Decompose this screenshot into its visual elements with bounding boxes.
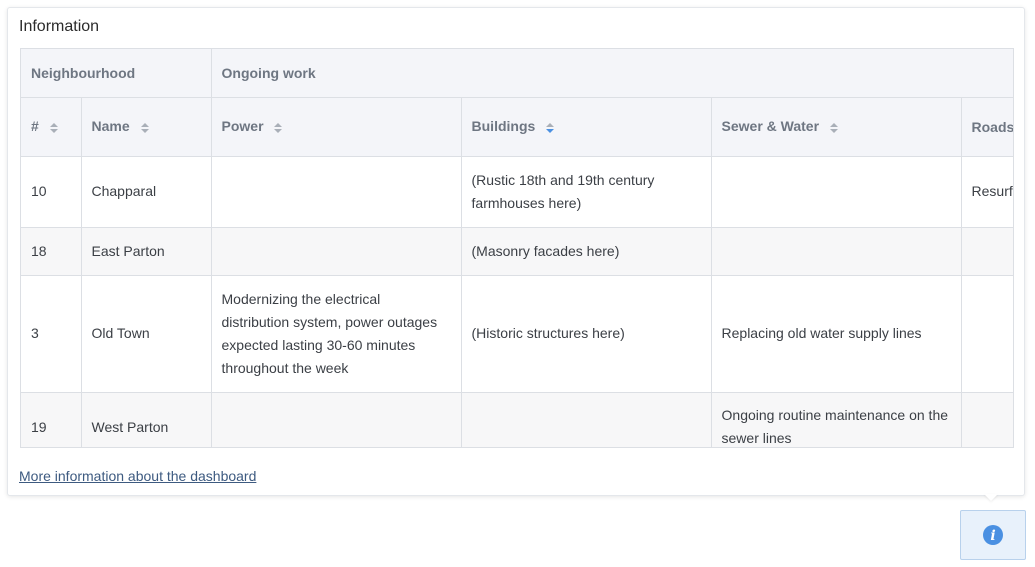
cell-power: Modernizing the electrical distribution … (211, 275, 462, 393)
cell-sewer-water: Replacing old water supply lines (711, 275, 962, 393)
cell-buildings: (Historic structures here) (461, 275, 712, 393)
popover-caret (984, 494, 998, 501)
cell-roads (961, 275, 1013, 393)
info-icon: i (983, 525, 1003, 545)
cell-sewer-water (711, 156, 962, 228)
column-header-power[interactable]: Power (211, 97, 462, 157)
column-header-num[interactable]: # (21, 97, 82, 157)
cell-num: 19 (21, 392, 82, 447)
sort-icon (49, 121, 59, 135)
cell-roads (961, 227, 1013, 276)
group-header-row: Neighbourhood Ongoing work (21, 49, 1013, 98)
column-header-sewer-water-label: Sewer & Water (721, 118, 820, 135)
cell-power (211, 156, 462, 228)
info-button[interactable]: i (960, 510, 1026, 560)
cell-power (211, 392, 462, 447)
cell-sewer-water (711, 227, 962, 276)
table-row: 18 East Parton (Masonry facades here) (21, 227, 1013, 276)
cell-num: 3 (21, 275, 82, 393)
cell-name: Old Town (81, 275, 212, 393)
column-header-buildings[interactable]: Buildings (461, 97, 712, 157)
column-header-row: # Name Power Buildings Sewer & Water Roa… (21, 97, 1014, 157)
cell-power (211, 227, 462, 276)
column-header-name-label: Name (91, 118, 130, 135)
panel-title: Information (19, 18, 100, 35)
cell-buildings: (Masonry facades here) (461, 227, 712, 276)
group-header-neighbourhood: Neighbourhood (21, 49, 212, 98)
sort-icon (829, 121, 839, 135)
cell-num: 18 (21, 227, 82, 276)
svg-text:i: i (990, 528, 995, 544)
column-header-name[interactable]: Name (81, 97, 212, 157)
group-header-ongoing-work: Ongoing work (211, 49, 1013, 98)
sort-icon (140, 121, 150, 135)
cell-roads (961, 392, 1013, 447)
more-information-link[interactable]: More information about the dashboard (19, 468, 256, 484)
cell-buildings (461, 392, 712, 447)
column-header-sewer-water[interactable]: Sewer & Water (711, 97, 962, 157)
column-header-roads-label: Roads (971, 118, 1014, 135)
work-table: Neighbourhood Ongoing work # Name Power … (21, 49, 1014, 447)
table-scroll-container[interactable]: Neighbourhood Ongoing work # Name Power … (20, 48, 1014, 448)
cell-roads: Resurf (961, 156, 1013, 228)
cell-num: 10 (21, 156, 82, 228)
information-panel: Information Neighbourhood Ongoing work # (7, 7, 1025, 496)
column-header-power-label: Power (221, 118, 264, 135)
cell-sewer-water: Ongoing routine maintenance on the sewer… (711, 392, 962, 447)
column-header-roads[interactable]: Roads (961, 97, 1014, 157)
sort-descending-icon (545, 121, 555, 135)
sort-icon (273, 121, 283, 135)
cell-name: West Parton (81, 392, 212, 447)
column-header-num-label: # (31, 118, 39, 135)
cell-buildings: (Rustic 18th and 19th century farmhouses… (461, 156, 712, 228)
cell-name: East Parton (81, 227, 212, 276)
cell-name: Chapparal (81, 156, 212, 228)
table-row: 3 Old Town Modernizing the electrical di… (21, 275, 1013, 393)
table-row: 19 West Parton Ongoing routine maintenan… (21, 392, 1013, 447)
table-row: 10 Chapparal (Rustic 18th and 19th centu… (21, 156, 1013, 228)
column-header-buildings-label: Buildings (471, 118, 536, 135)
